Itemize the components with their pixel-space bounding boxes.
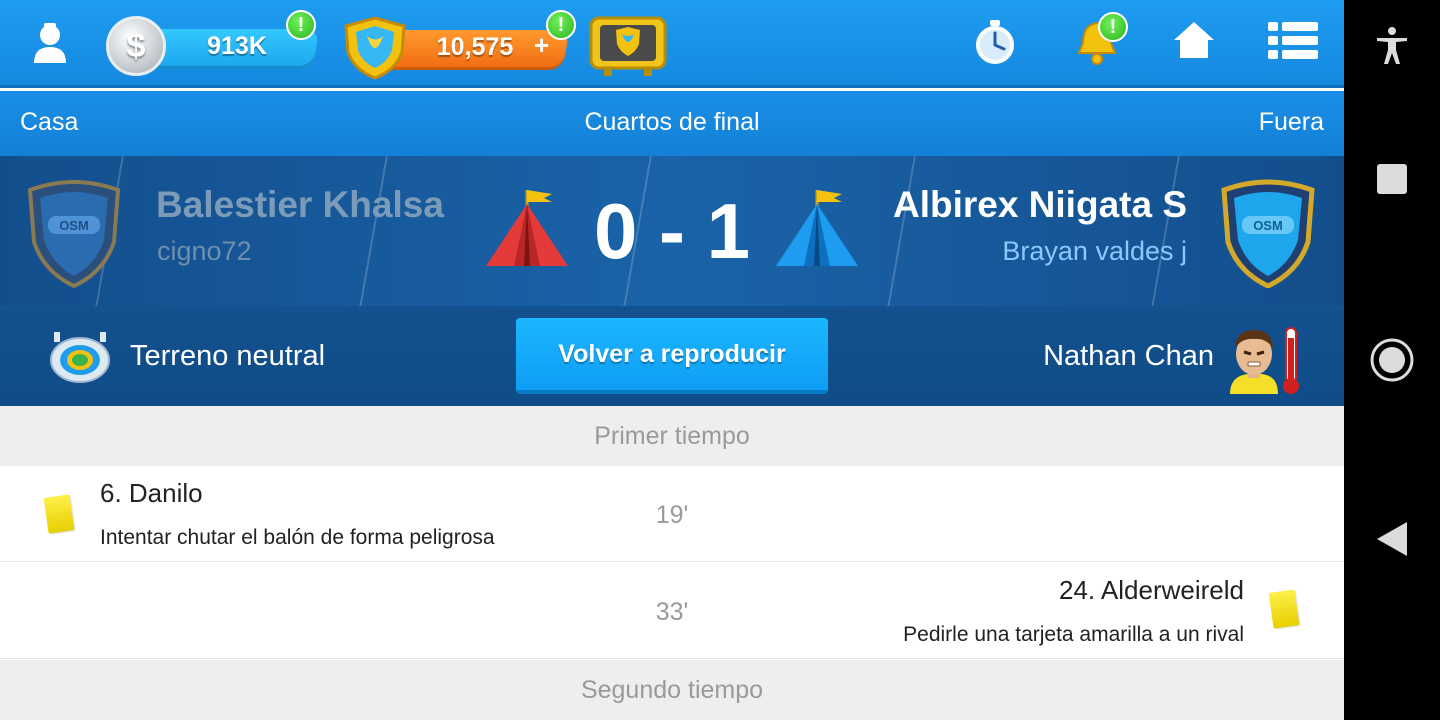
coins-value: 913K: [207, 32, 267, 60]
coins-alert-badge: !: [286, 10, 316, 40]
venue-label: Terreno neutral: [130, 340, 326, 372]
away-manager-name[interactable]: Brayan valdes j: [1002, 236, 1187, 267]
round-header: Casa Cuartos de final Fuera: [0, 91, 1344, 156]
first-half-header: Primer tiempo: [0, 406, 1344, 466]
home-crest-text: OSM: [59, 218, 89, 233]
event-player: 24. Alderweireld: [1059, 575, 1244, 605]
away-team-crest[interactable]: OSM: [1216, 176, 1320, 288]
home-tent-icon: [486, 190, 568, 266]
match-screen: $ 913K ! 10,575 + ! ! Casa Cuartos de fi…: [0, 0, 1344, 720]
round-title: Cuartos de final: [584, 108, 760, 136]
bell-icon[interactable]: !: [1070, 12, 1128, 68]
referee-name: Nathan Chan: [1043, 340, 1214, 372]
second-half-header: Segundo tiempo: [0, 660, 1344, 720]
coin-icon: $: [106, 16, 166, 76]
away-team-name[interactable]: Albirex Niigata S: [893, 184, 1187, 226]
home-nav-button[interactable]: [1344, 336, 1440, 384]
home-team-crest[interactable]: OSM: [22, 176, 126, 288]
user-avatar-icon[interactable]: [22, 18, 78, 68]
square-icon: [1377, 164, 1407, 194]
yellow-card-icon: [1268, 589, 1300, 629]
top-bar: $ 913K ! 10,575 + ! !: [0, 0, 1344, 88]
add-tokens-icon[interactable]: +: [534, 30, 549, 61]
back-triangle-icon: [1377, 522, 1407, 556]
referee-strictness-icon[interactable]: [1222, 324, 1306, 396]
circle-home-icon: [1370, 338, 1414, 382]
coins-balance[interactable]: $ 913K !: [106, 10, 320, 76]
stopwatch-icon[interactable]: [972, 18, 1018, 66]
menu-icon[interactable]: [1266, 18, 1320, 62]
away-crest-text: OSM: [1253, 218, 1283, 233]
home-team-name[interactable]: Balestier Khalsa: [156, 184, 444, 226]
event-row[interactable]: 6. Danilo Intentar chutar el balón de fo…: [0, 466, 1344, 562]
event-row[interactable]: 33' 24. Alderweireld Pedirle una tarjeta…: [0, 563, 1344, 659]
tokens-value: 10,575: [436, 33, 514, 61]
tv-icon[interactable]: [588, 14, 668, 78]
tokens-balance[interactable]: 10,575 + !: [340, 10, 576, 80]
replay-button[interactable]: Volver a reproducir: [516, 318, 828, 394]
tokens-alert-badge: !: [546, 10, 576, 40]
home-icon[interactable]: [1170, 16, 1218, 64]
accessibility-icon[interactable]: [1344, 26, 1440, 66]
away-tent-icon: [776, 190, 858, 266]
recents-button[interactable]: [1344, 164, 1440, 194]
stadium-icon: [50, 332, 110, 383]
token-shield-icon: [344, 16, 406, 80]
system-nav-bar: [1344, 0, 1440, 720]
match-info-row: Terreno neutral Volver a reproducir Nath…: [0, 306, 1344, 406]
event-description: Pedirle una tarjeta amarilla a un rival: [903, 623, 1244, 646]
event-minute: 19': [655, 501, 689, 529]
notifications-alert-badge: !: [1098, 12, 1128, 42]
match-score: 0 - 1: [593, 187, 751, 275]
away-side-label: Fuera: [1258, 108, 1324, 136]
back-button[interactable]: [1344, 520, 1440, 558]
scoreboard: OSM Balestier Khalsa cigno72 0 - 1 Albir…: [0, 156, 1344, 306]
home-manager-name[interactable]: cigno72: [157, 236, 252, 267]
